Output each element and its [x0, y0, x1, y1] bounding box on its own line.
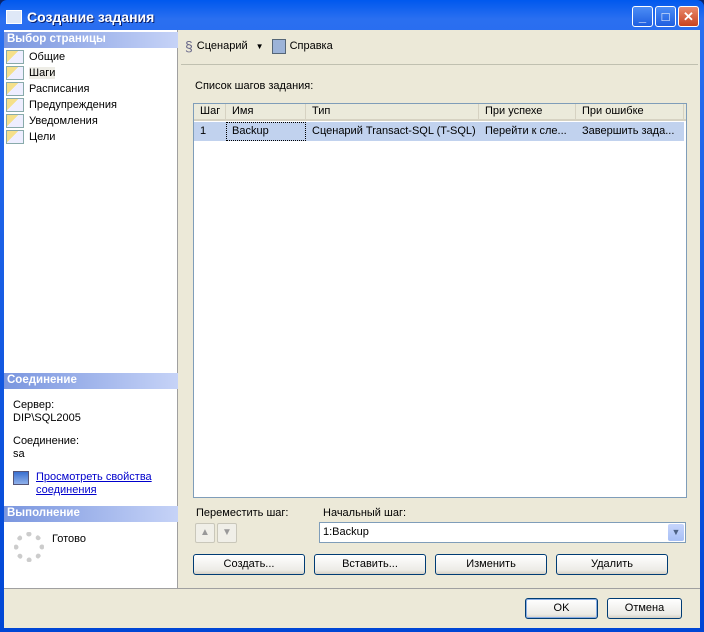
- move-step-label: Переместить шаг:: [196, 507, 289, 519]
- move-down-arrow-icon[interactable]: ▼: [217, 523, 237, 543]
- maximize-button[interactable]: □: [655, 6, 676, 27]
- column-header-step[interactable]: Шаг: [194, 104, 226, 119]
- help-icon: [271, 38, 286, 54]
- page-icon: [6, 66, 24, 80]
- table-header: Шаг Имя Тип При успехе При ошибке: [194, 104, 686, 121]
- sidebar: Выбор страницы Общие Шаги Расписания Пре…: [4, 30, 178, 588]
- start-step-select[interactable]: 1:Backup ▼: [319, 522, 686, 543]
- move-up-arrow-icon[interactable]: ▲: [195, 523, 215, 543]
- cell-name: Backup: [226, 122, 306, 141]
- cell-step: 1: [200, 125, 207, 137]
- script-icon: §: [185, 38, 193, 54]
- title-bar: Создание задания: [6, 6, 154, 28]
- insert-step-button[interactable]: Вставить...: [314, 554, 426, 575]
- dialog-window: Создание задания _ □ ✕ Выбор страницы Об…: [0, 0, 704, 632]
- connection-value: sa: [13, 448, 25, 460]
- select-page-header: Выбор страницы: [4, 32, 178, 48]
- connection-header: Соединение: [4, 373, 178, 389]
- page-icon: [6, 50, 24, 64]
- chevron-down-icon[interactable]: ▼: [668, 524, 684, 541]
- server-label: Сервер:: [13, 399, 55, 411]
- sidebar-item-general[interactable]: Общие: [6, 49, 65, 65]
- connection-label: Соединение:: [13, 435, 80, 447]
- job-icon: [6, 10, 22, 24]
- window-title: Создание задания: [27, 9, 155, 25]
- connection-properties-icon: [13, 471, 29, 485]
- script-dropdown-chevron-icon[interactable]: ▼: [256, 42, 264, 51]
- help-button[interactable]: Справка: [290, 40, 333, 52]
- cancel-button[interactable]: Отмена: [607, 598, 682, 619]
- cell-on-failure: Завершить зада...: [582, 125, 675, 137]
- column-header-name[interactable]: Имя: [226, 104, 306, 119]
- sidebar-item-notifications[interactable]: Уведомления: [6, 113, 98, 129]
- column-header-type[interactable]: Тип: [306, 104, 479, 119]
- start-step-value: 1:Backup: [323, 526, 369, 538]
- sidebar-item-targets[interactable]: Цели: [6, 129, 55, 145]
- start-step-label: Начальный шаг:: [323, 507, 407, 519]
- page-icon: [6, 130, 24, 144]
- steps-list-label: Список шагов задания:: [195, 80, 314, 92]
- edit-step-button[interactable]: Изменить: [435, 554, 547, 575]
- delete-step-button[interactable]: Удалить: [556, 554, 668, 575]
- progress-header: Выполнение: [4, 506, 178, 522]
- ok-button[interactable]: OK: [525, 598, 598, 619]
- footer: OK Отмена: [4, 588, 700, 628]
- column-header-on-success[interactable]: При успехе: [479, 104, 576, 119]
- progress-status: Готово: [52, 533, 86, 545]
- cell-type: Сценарий Transact-SQL (T-SQL): [312, 125, 476, 137]
- sidebar-item-alerts[interactable]: Предупреждения: [6, 97, 117, 113]
- page-icon: [6, 98, 24, 112]
- new-step-button[interactable]: Создать...: [193, 554, 305, 575]
- progress-spinner-icon: [14, 532, 44, 562]
- page-icon: [6, 82, 24, 96]
- script-button[interactable]: Сценарий: [197, 40, 248, 52]
- cell-on-success: Перейти к сле...: [485, 125, 567, 137]
- steps-table: Шаг Имя Тип При успехе При ошибке 1 Back…: [193, 103, 687, 498]
- page-icon: [6, 114, 24, 128]
- sidebar-item-steps[interactable]: Шаги: [6, 65, 56, 81]
- table-row[interactable]: 1 Backup Сценарий Transact-SQL (T-SQL) П…: [194, 122, 684, 141]
- toolbar: § Сценарий ▼ Справка: [179, 32, 333, 60]
- sidebar-item-schedules[interactable]: Расписания: [6, 81, 89, 97]
- close-button[interactable]: ✕: [678, 6, 699, 27]
- main-panel: § Сценарий ▼ Справка Список шагов задани…: [179, 30, 700, 588]
- view-connection-properties-link[interactable]: Просмотреть свойства: [36, 471, 152, 483]
- minimize-button[interactable]: _: [632, 6, 653, 27]
- server-value: DIP\SQL2005: [13, 412, 81, 424]
- view-connection-properties-link-cont[interactable]: соединения: [36, 484, 97, 496]
- column-header-on-failure[interactable]: При ошибке: [576, 104, 684, 119]
